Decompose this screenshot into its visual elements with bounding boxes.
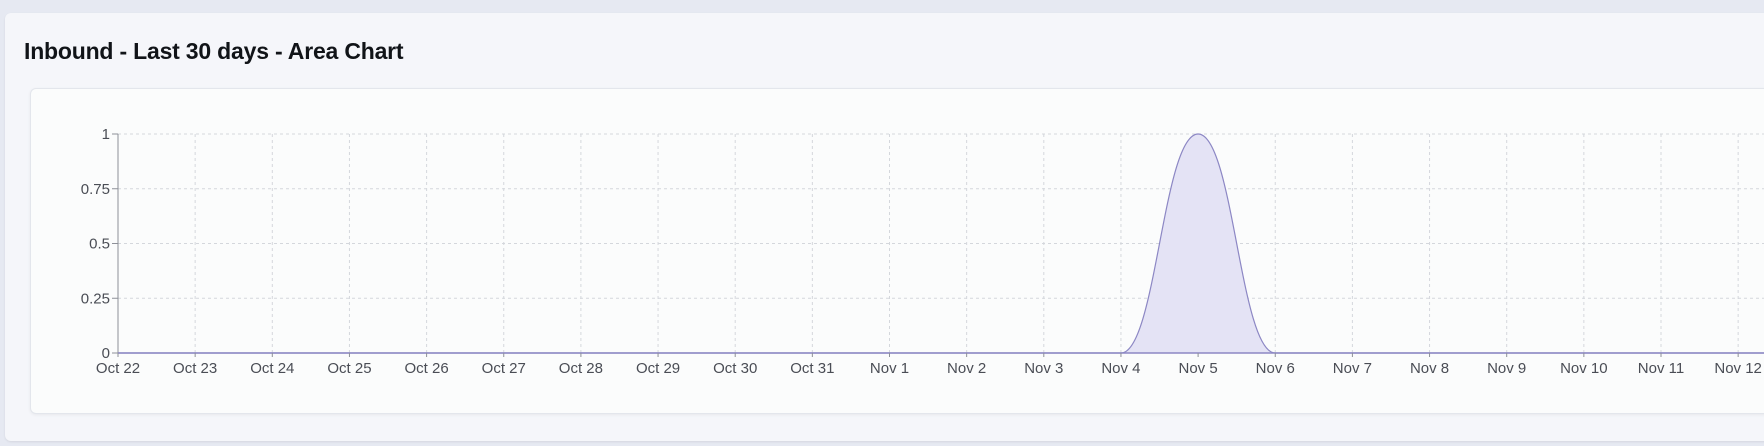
x-tick-label: Oct 28 bbox=[559, 360, 603, 377]
y-tick-labels: 00.250.50.751 bbox=[81, 126, 110, 362]
x-tick-label: Oct 30 bbox=[713, 360, 757, 377]
x-tick-labels: Oct 22 Oct 23 Oct 24 Oct 25 Oct 26 Oct 27 Oct … bbox=[96, 360, 1762, 377]
x-tick-label: Oct 23 bbox=[173, 360, 217, 377]
grid-lines bbox=[118, 133, 1764, 353]
y-tick-label: 1 bbox=[102, 126, 110, 143]
axes bbox=[112, 133, 1764, 357]
x-tick-label: Oct 29 bbox=[636, 360, 680, 377]
x-tick-label: Nov 12 bbox=[1714, 360, 1762, 377]
x-tick-label: Oct 26 bbox=[405, 360, 449, 377]
y-tick-label: 0.75 bbox=[81, 181, 110, 198]
x-tick-label: Oct 25 bbox=[327, 360, 371, 377]
x-tick-label: Nov 4 bbox=[1101, 360, 1140, 377]
x-tick-label: Nov 3 bbox=[1024, 360, 1063, 377]
x-tick-label: Nov 7 bbox=[1333, 360, 1372, 377]
x-tick-label: Nov 2 bbox=[947, 360, 986, 377]
x-tick-label: Oct 31 bbox=[790, 360, 834, 377]
x-tick-label: Nov 10 bbox=[1560, 360, 1608, 377]
area-chart: 00.250.50.751 Oct 22 Oct 23 Oct 24 Oct 25 Oc… bbox=[81, 126, 1764, 377]
y-tick-label: 0.25 bbox=[81, 290, 110, 307]
x-tick-label: Nov 1 bbox=[870, 360, 909, 377]
x-tick-label: Nov 9 bbox=[1487, 360, 1526, 377]
x-tick-label: Nov 11 bbox=[1638, 360, 1684, 377]
x-tick-label: Nov 6 bbox=[1256, 360, 1295, 377]
x-tick-label: Oct 22 bbox=[96, 360, 140, 377]
x-tick-label: Nov 5 bbox=[1179, 360, 1218, 377]
x-tick-label: Oct 24 bbox=[250, 360, 294, 377]
x-tick-label: Nov 8 bbox=[1410, 360, 1449, 377]
x-tick-label: Oct 27 bbox=[482, 360, 526, 377]
y-tick-label: 0.5 bbox=[89, 236, 110, 253]
